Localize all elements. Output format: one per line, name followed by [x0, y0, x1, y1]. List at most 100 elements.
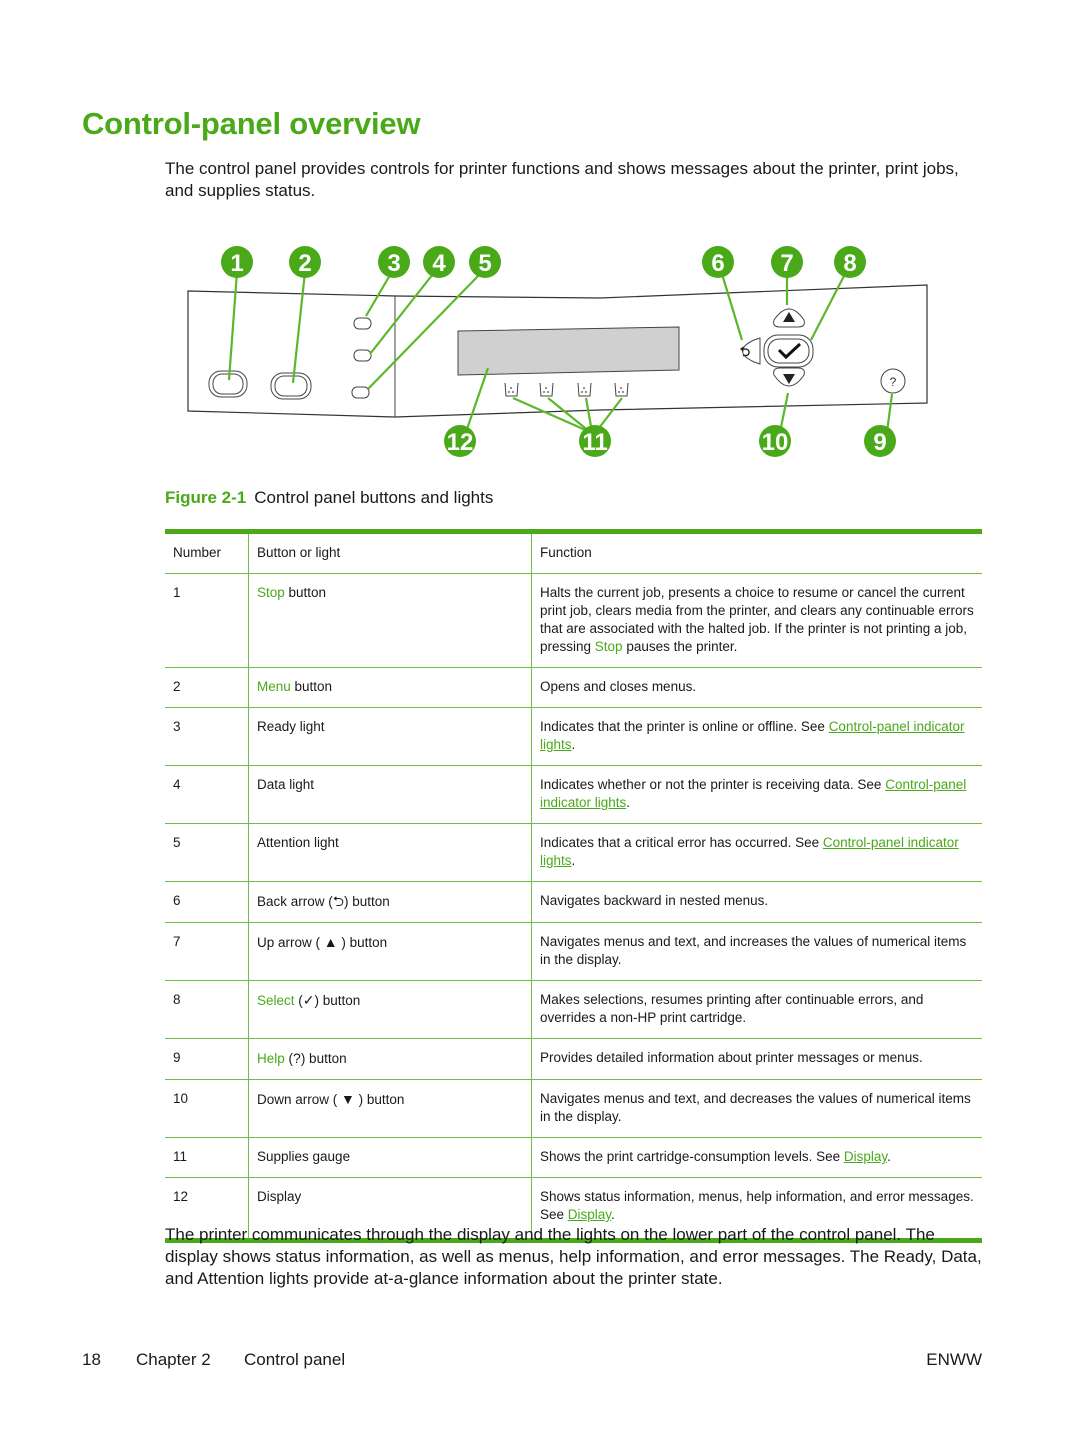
- supplies-gauge-icons: [504, 382, 629, 397]
- row-function: Opens and closes menus.: [531, 667, 982, 708]
- name-keyword: Select: [257, 993, 295, 1008]
- ready-light-shape: [353, 317, 372, 330]
- name-text: button: [284, 585, 327, 600]
- row-function: Shows the print cartridge-consumption le…: [531, 1137, 982, 1178]
- svg-text:11: 11: [582, 429, 607, 456]
- edition-label: ENWW: [926, 1350, 982, 1369]
- header-button-or-light: Button or light: [248, 531, 532, 574]
- row-name: Help (?) button: [248, 1038, 532, 1080]
- name-text: Down arrow (: [257, 1092, 342, 1107]
- function-text: Navigates menus and text, and increases …: [540, 934, 967, 967]
- table-row: 10 Down arrow ( ▼ ) button Navigates menus…: [165, 1079, 982, 1138]
- svg-text:10: 10: [762, 429, 789, 456]
- name-text: Back arrow (: [257, 894, 333, 909]
- button-glyph-icon: ✓: [302, 992, 315, 1008]
- row-function: Makes selections, resumes printing after…: [531, 980, 982, 1039]
- buttons-lights-table: Number Button or light Function 1 Stop bu…: [165, 529, 982, 1243]
- row-function: Indicates that the printer is online or …: [531, 707, 982, 766]
- table-header-row: Number Button or light Function: [165, 531, 982, 574]
- name-text: ) button: [314, 993, 361, 1008]
- row-function: Provides detailed information about prin…: [531, 1038, 982, 1080]
- row-number: 4: [165, 765, 249, 824]
- callout-6: 6: [702, 246, 734, 278]
- button-glyph-icon: ▲: [323, 934, 338, 950]
- table-row: 6 Back arrow (⮌) button Navigates backward…: [165, 881, 982, 923]
- function-text: Shows the print cartridge-consumption le…: [540, 1149, 844, 1164]
- row-number: 3: [165, 707, 249, 766]
- svg-text:⮌: ⮌: [740, 344, 751, 359]
- function-keyword: Stop: [594, 639, 623, 654]
- table-row: 9 Help (?) button Provides detailed inform…: [165, 1038, 982, 1080]
- function-text: Navigates menus and text, and decreases …: [540, 1091, 971, 1124]
- row-name: Up arrow ( ▲ ) button: [248, 922, 532, 981]
- name-text: (: [294, 993, 303, 1008]
- function-text: Makes selections, resumes printing after…: [540, 992, 924, 1025]
- cross-reference-link[interactable]: Display: [844, 1149, 887, 1164]
- svg-text:1: 1: [230, 250, 243, 277]
- table-row: 3 Ready light Indicates that the printer i…: [165, 707, 982, 766]
- row-name: Ready light: [248, 707, 532, 766]
- row-number: 9: [165, 1038, 249, 1080]
- control-panel-diagram: ⮌ ? 1 2 3 4 5 6 7 8 9 10 11 12: [0, 0, 1080, 480]
- chapter-label: Chapter 2: [136, 1350, 211, 1369]
- figure-caption: Figure 2-1 Control panel buttons and ligh…: [165, 488, 493, 508]
- header-number: Number: [165, 531, 249, 574]
- row-number: 5: [165, 823, 249, 882]
- function-text: Opens and closes menus.: [540, 679, 697, 694]
- name-keyword: Stop: [257, 585, 285, 600]
- control-panel-illustration: ⮌ ? 1 2 3 4 5 6 7 8 9 10 11 12: [187, 246, 928, 457]
- row-number: 6: [165, 881, 249, 923]
- page-title: Control-panel overview: [82, 106, 421, 141]
- name-keyword: Help: [257, 1051, 285, 1066]
- callout-1: 1: [221, 246, 253, 278]
- menu-button-shape: [270, 372, 312, 400]
- name-text: Up arrow (: [257, 935, 324, 950]
- callout-11: 11: [579, 425, 611, 457]
- page-number: 18: [82, 1350, 101, 1369]
- function-text: .: [571, 853, 576, 868]
- button-glyph-icon: ?: [293, 1050, 301, 1066]
- button-glyph-icon: ⮌: [332, 893, 344, 909]
- button-glyph-icon: ▼: [341, 1091, 355, 1107]
- name-text: button: [290, 679, 333, 694]
- down-arrow-button-shape: [773, 367, 805, 387]
- svg-text:8: 8: [843, 250, 856, 277]
- svg-text:6: 6: [711, 250, 724, 277]
- name-text: Ready light: [257, 719, 325, 734]
- outro-paragraph: The printer communicates through the dis…: [165, 1225, 982, 1288]
- section-label: Control panel: [244, 1350, 346, 1369]
- data-light-shape: [353, 349, 372, 362]
- select-button-shape: [763, 334, 814, 368]
- callout-12: 12: [444, 425, 476, 457]
- row-name: Supplies gauge: [248, 1137, 532, 1178]
- panel-outline: [187, 284, 928, 418]
- table-row: 8 Select (✓) button Makes selections, resu…: [165, 980, 982, 1039]
- row-number: 10: [165, 1079, 249, 1138]
- stop-button-shape: [208, 370, 248, 398]
- row-name: Down arrow ( ▼ ) button: [248, 1079, 532, 1138]
- row-number: 2: [165, 667, 249, 708]
- svg-text:?: ?: [890, 375, 897, 389]
- name-text: ) button: [344, 894, 390, 909]
- svg-text:4: 4: [432, 250, 446, 277]
- function-text: Indicates whether or not the printer is …: [540, 777, 886, 792]
- cross-reference-link[interactable]: Display: [568, 1207, 611, 1222]
- callout-8: 8: [834, 246, 866, 278]
- table-row: 7 Up arrow ( ▲ ) button Navigates menus an…: [165, 922, 982, 981]
- svg-text:12: 12: [447, 429, 474, 456]
- row-function: Indicates that a critical error has occu…: [531, 823, 982, 882]
- table-row: 5 Attention light Indicates that a critica…: [165, 823, 982, 882]
- name-text: (: [284, 1051, 294, 1066]
- table-row: 11 Supplies gauge Shows the print cartridg…: [165, 1137, 982, 1178]
- intro-paragraph: The control panel provides controls for …: [165, 159, 959, 200]
- name-text: ) button: [337, 935, 388, 950]
- row-function: Navigates backward in nested menus.: [531, 881, 982, 923]
- row-number: 8: [165, 980, 249, 1039]
- function-text: Navigates backward in nested menus.: [540, 893, 769, 908]
- callout-3: 3: [378, 246, 410, 278]
- svg-text:7: 7: [780, 250, 793, 277]
- row-name: Stop button: [248, 573, 532, 668]
- row-name: Back arrow (⮌) button: [248, 881, 532, 923]
- function-text: Indicates that a critical error has occu…: [540, 835, 823, 850]
- leader-lines: [227, 271, 894, 434]
